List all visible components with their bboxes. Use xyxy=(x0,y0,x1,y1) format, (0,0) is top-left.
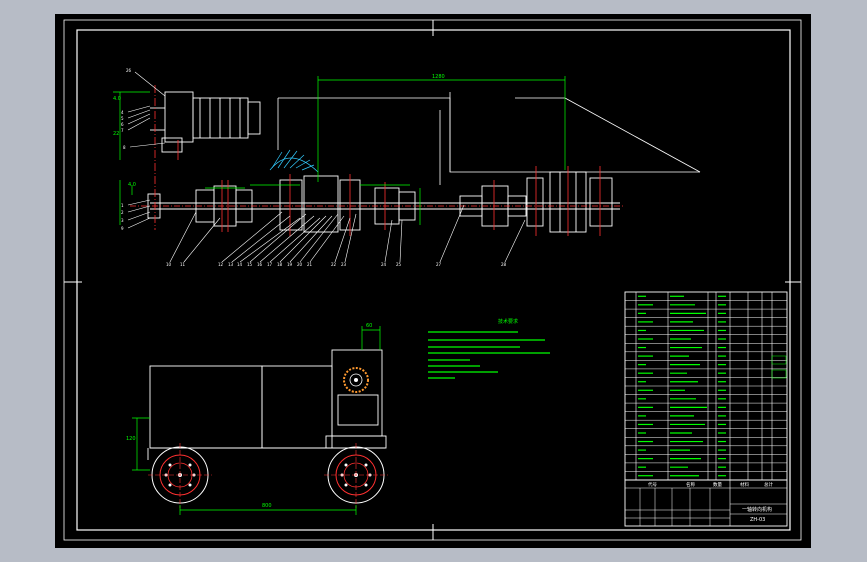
svg-text:13: 13 xyxy=(228,262,234,267)
drawing-name: 一轴转向机构 xyxy=(742,506,772,513)
svg-text:17: 17 xyxy=(267,262,273,267)
svg-text:27: 27 xyxy=(436,262,442,267)
svg-text:21: 21 xyxy=(307,262,313,267)
tb-label-code: 代号 xyxy=(648,481,657,488)
tb-label-name: 名称 xyxy=(686,481,695,488)
svg-text:19: 19 xyxy=(287,262,293,267)
svg-text:15: 15 xyxy=(247,262,253,267)
drawing-sheet xyxy=(55,14,811,548)
cad-drawing-canvas[interactable]: 1280 4.0 22 4.0 2645 678 1239 10 11 12 1… xyxy=(0,0,867,562)
dim-height: 120 xyxy=(126,436,136,442)
svg-text:24: 24 xyxy=(381,262,387,267)
tb-label-qty: 数量 xyxy=(713,481,722,488)
notes-title: 技术要求 xyxy=(498,318,518,325)
svg-text:16: 16 xyxy=(257,262,263,267)
dim-left-lower: 22 xyxy=(113,131,119,137)
dim-wheelbase: 800 xyxy=(262,503,272,509)
svg-text:22: 22 xyxy=(331,262,337,267)
drawing-number: ZH-03 xyxy=(750,517,765,523)
dim-gearbox: 60 xyxy=(366,323,372,329)
tb-label-material: 材料 xyxy=(740,481,749,488)
svg-text:10: 10 xyxy=(166,262,172,267)
svg-text:23: 23 xyxy=(341,262,347,267)
dim-left-upper: 4.0 xyxy=(113,96,121,102)
svg-text:20: 20 xyxy=(297,262,303,267)
dim-1280: 1280 xyxy=(432,74,445,80)
svg-text:18: 18 xyxy=(277,262,283,267)
svg-text:25: 25 xyxy=(396,262,402,267)
svg-text:11: 11 xyxy=(180,262,186,267)
svg-text:28: 28 xyxy=(501,262,507,267)
svg-text:26: 26 xyxy=(126,68,132,73)
cad-viewport[interactable]: 1280 4.0 22 4.0 26 4 5 6 7 8 1 2 3 9 10 … xyxy=(0,0,867,562)
svg-text:12: 12 xyxy=(218,262,224,267)
svg-text:14: 14 xyxy=(237,262,243,267)
tb-label-total: 总计 xyxy=(764,481,773,488)
dim-shaft: 4.0 xyxy=(128,182,136,188)
